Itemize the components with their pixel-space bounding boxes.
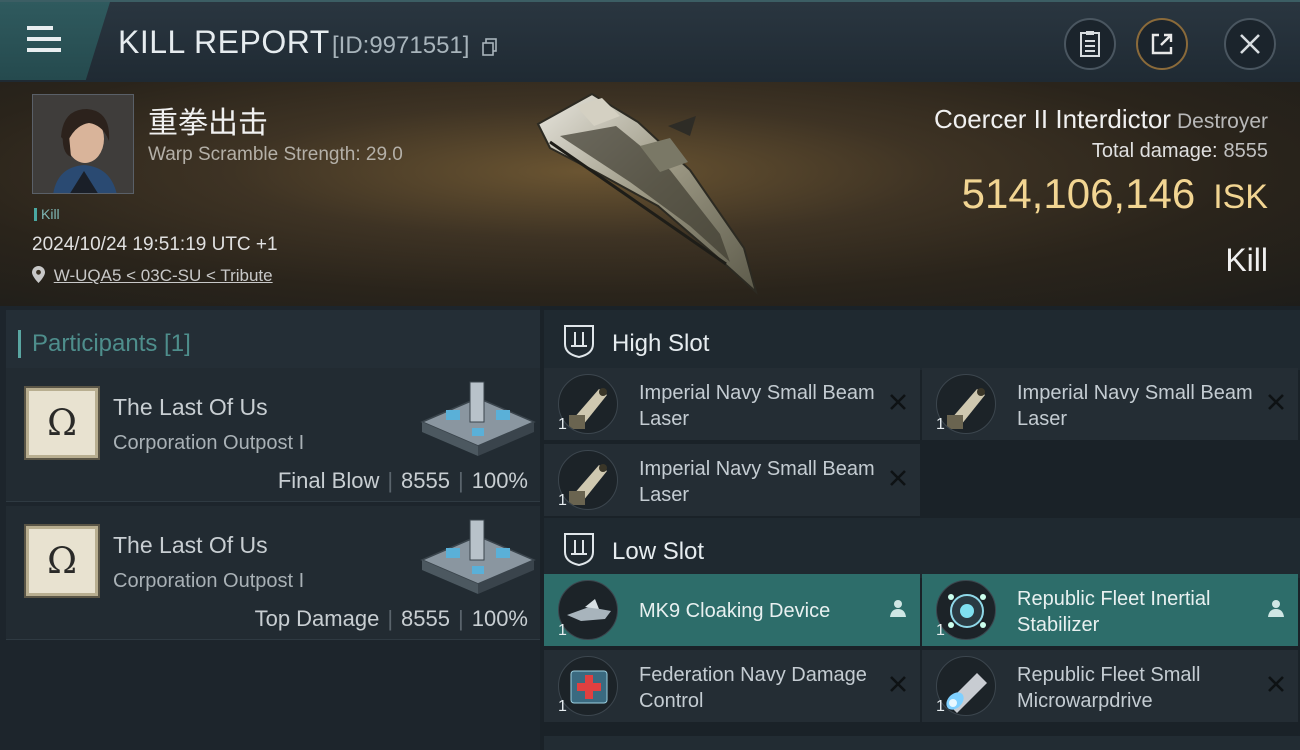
laser-turret-icon bbox=[558, 374, 618, 434]
participant-damage: 8555 bbox=[401, 606, 450, 631]
isk-unit: ISK bbox=[1213, 178, 1268, 216]
ship-class: Destroyer bbox=[1176, 110, 1268, 133]
outpost-structure-icon bbox=[420, 381, 536, 456]
module-item[interactable]: 1 Republic Fleet Small Microwarpdrive bbox=[922, 650, 1298, 722]
module-qty: 1 bbox=[558, 698, 567, 715]
omega-icon: Ω bbox=[47, 402, 77, 444]
module-qty: 1 bbox=[558, 416, 567, 433]
total-damage: Total damage: 8555 bbox=[1092, 140, 1268, 163]
module-name: Republic Fleet Inertial Stabilizer bbox=[1017, 588, 1211, 636]
module-name: Republic Fleet Small Microwarpdrive bbox=[1017, 664, 1201, 712]
destroyed-icon bbox=[890, 394, 906, 410]
participant-ship: Corporation Outpost I bbox=[113, 570, 305, 592]
laser-turret-icon bbox=[936, 374, 996, 434]
high-slot-header: High Slot bbox=[544, 310, 1300, 370]
participant-row[interactable]: Ω The Last Of Us Corporation Outpost I T… bbox=[6, 506, 540, 640]
module-item[interactable]: 1 Federation Navy Damage Control bbox=[544, 650, 920, 722]
top-bar: KILL REPORT [ID:9971551] bbox=[0, 0, 1300, 82]
low-slot-icon bbox=[564, 533, 594, 566]
module-item[interactable]: 1 Republic Fleet Inertial Stabilizer bbox=[922, 574, 1298, 646]
close-button[interactable] bbox=[1224, 18, 1276, 70]
pilot-avatar[interactable] bbox=[32, 94, 134, 194]
participant-damage: 8555 bbox=[401, 468, 450, 493]
high-slot-title: High Slot bbox=[612, 330, 710, 357]
participants-header: Participants [1] bbox=[6, 310, 540, 368]
participant-percent: 100% bbox=[471, 606, 528, 631]
next-slot-header-peek bbox=[544, 736, 1300, 750]
participant-name: The Last Of Us bbox=[113, 532, 268, 558]
page-title: KILL REPORT bbox=[118, 24, 330, 60]
participants-title: Participants [1] bbox=[18, 330, 191, 358]
module-name: Federation Navy Damage Control bbox=[639, 664, 867, 712]
module-name: Imperial Navy Small Beam Laser bbox=[639, 458, 875, 506]
module-item[interactable]: 1 Imperial Navy Small Beam Laser bbox=[544, 368, 920, 440]
dropped-person-icon bbox=[890, 600, 906, 617]
copy-icon[interactable] bbox=[482, 38, 498, 56]
low-slot-title: Low Slot bbox=[612, 538, 705, 565]
kill-location[interactable]: W-UQA5 < 03C-SU < Tribute bbox=[32, 266, 273, 286]
close-icon bbox=[1240, 34, 1260, 54]
hamburger-icon bbox=[27, 26, 61, 54]
ship-render-icon[interactable] bbox=[520, 86, 780, 300]
omega-icon: Ω bbox=[47, 540, 77, 582]
destroyed-icon bbox=[1268, 676, 1284, 692]
total-damage-label: Total damage: bbox=[1091, 140, 1218, 162]
participant-name: The Last Of Us bbox=[113, 394, 268, 420]
participant-role: Top Damage bbox=[254, 606, 380, 631]
module-qty: 1 bbox=[936, 416, 945, 433]
module-qty: 1 bbox=[558, 622, 567, 639]
kill-tag: Kill bbox=[34, 206, 60, 222]
share-icon bbox=[1151, 33, 1173, 55]
destroyed-icon bbox=[890, 676, 906, 692]
destroyed-icon bbox=[890, 470, 906, 486]
cloaking-device-icon bbox=[558, 580, 618, 640]
location-pin-icon bbox=[32, 266, 45, 283]
module-name: Imperial Navy Small Beam Laser bbox=[1017, 382, 1253, 430]
laser-turret-icon bbox=[558, 450, 618, 510]
menu-button[interactable] bbox=[0, 2, 110, 80]
participant-ship: Corporation Outpost I bbox=[113, 432, 305, 454]
participant-stats: Final Blow | 8555 | 100% bbox=[277, 468, 528, 493]
participant-percent: 100% bbox=[471, 468, 528, 493]
participant-stats: Top Damage | 8555 | 100% bbox=[254, 606, 528, 631]
ship-type: Coercer II Interdictor bbox=[933, 104, 1171, 134]
kill-timestamp: 2024/10/24 19:51:19 UTC +1 bbox=[32, 234, 278, 255]
isk-value: 514,106,146 ISK bbox=[962, 170, 1268, 218]
isk-amount: 514,106,146 bbox=[961, 170, 1196, 217]
corp-logo: Ω bbox=[24, 386, 100, 460]
high-slot-icon bbox=[564, 325, 594, 358]
report-id: [ID:9971551] bbox=[332, 32, 470, 59]
microwarpdrive-icon bbox=[936, 656, 996, 716]
module-name: MK9 Cloaking Device bbox=[639, 600, 831, 622]
outpost-structure-icon bbox=[420, 519, 536, 594]
dropped-person-icon bbox=[1268, 600, 1284, 617]
participants-panel: Participants [1] Ω The Last Of Us Corpor… bbox=[0, 306, 540, 750]
module-name: Imperial Navy Small Beam Laser bbox=[639, 382, 875, 430]
corp-logo: Ω bbox=[24, 524, 100, 598]
participant-row[interactable]: Ω The Last Of Us Corporation Outpost I F… bbox=[6, 368, 540, 502]
destroyed-icon bbox=[1268, 394, 1284, 410]
warp-scramble-strength: Warp Scramble Strength: 29.0 bbox=[148, 144, 403, 165]
module-item[interactable]: 1 MK9 Cloaking Device bbox=[544, 574, 920, 646]
victim-banner: 重拳出击 Warp Scramble Strength: 29.0 Kill 2… bbox=[0, 82, 1300, 306]
fitting-panel: High Slot 1 Imperial Navy Small Beam Las… bbox=[540, 306, 1300, 750]
location-link[interactable]: W-UQA5 < 03C-SU < Tribute bbox=[54, 266, 273, 285]
pilot-name[interactable]: 重拳出击 bbox=[148, 98, 268, 142]
result-label: Kill bbox=[1225, 242, 1268, 278]
pilot-portrait-icon bbox=[33, 95, 133, 193]
module-qty: 1 bbox=[936, 698, 945, 715]
low-slot-header: Low Slot bbox=[544, 518, 1300, 578]
clipboard-icon bbox=[1080, 31, 1100, 57]
inertial-stabilizer-icon bbox=[936, 580, 996, 640]
module-item[interactable]: 1 Imperial Navy Small Beam Laser bbox=[544, 444, 920, 516]
module-qty: 1 bbox=[558, 492, 567, 509]
damage-control-icon bbox=[558, 656, 618, 716]
share-button[interactable] bbox=[1136, 18, 1188, 70]
participant-role: Final Blow bbox=[277, 468, 380, 493]
ship-name[interactable]: Coercer II Interdictor Destroyer bbox=[934, 104, 1268, 135]
notes-button[interactable] bbox=[1064, 18, 1116, 70]
total-damage-value: 8555 bbox=[1223, 140, 1269, 162]
module-item[interactable]: 1 Imperial Navy Small Beam Laser bbox=[922, 368, 1298, 440]
module-qty: 1 bbox=[936, 622, 945, 639]
